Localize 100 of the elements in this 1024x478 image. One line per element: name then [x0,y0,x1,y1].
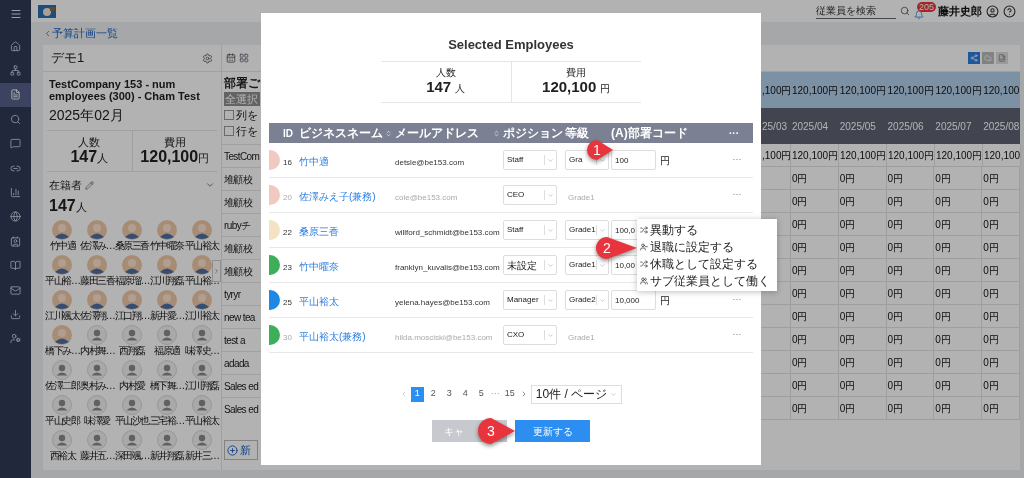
user-name[interactable]: 藤井史郎 [938,2,982,20]
department-name: 堆顧校 [224,172,253,187]
employee-email: cole@be153.com [395,193,458,202]
page-size-select[interactable]: 10件 / ページ [530,384,623,404]
member-name: 味澤史… [184,344,219,357]
back-link[interactable]: 予算計画一覧 [43,25,118,42]
member-name: 江川裕太 [184,309,219,322]
table-cell-text: 0円 [839,217,856,232]
member-name: 味澤愛 [84,414,110,427]
member-name: 竹中適 [49,239,76,252]
employee-name[interactable]: 竹中曜奈 [299,261,339,272]
employee-name[interactable]: 平山裕太(兼務) [299,331,366,342]
callout-marker: 1 [587,140,613,160]
table-cell-text: 0円 [791,286,808,301]
employee-name[interactable]: 平山裕太 [299,296,339,307]
member-name: 佐澤二郎 [45,379,80,392]
callout-marker: 2 [596,237,637,259]
more-button[interactable]: ··· [732,293,742,307]
member-name: 西翔磊 [119,344,145,357]
new-button[interactable]: 新 [224,440,258,460]
roster-label: 在籍者 [49,178,82,193]
member-name: 橋下舞… [149,379,184,392]
department-name: tyryr [224,287,241,302]
employee-email: yelena.hayes@be153.com [395,298,490,307]
table-cell-text: 0円 [839,263,856,278]
department-name: rubyチ [224,218,251,233]
summary-cell-text: 120,100 [983,83,1020,98]
position-select[interactable]: Staff [503,150,557,170]
more-button[interactable]: ··· [732,153,742,167]
code-input[interactable]: 10,000 [611,290,656,310]
summary-cell-text: 120,100円 [792,83,839,98]
position-select[interactable]: Staff [503,220,557,240]
table-cell-text: 0円 [839,401,856,416]
department-name: Sales ed [224,402,259,417]
table-cell-text: 0円 [983,217,999,232]
member-name: 佐澤み… [80,239,115,252]
member-name: 福原瑠… [115,274,149,287]
department-name: Sales ed [224,379,259,394]
month-header: 2025/08 [983,119,1020,134]
position-select[interactable]: 未設定 [503,255,557,275]
page-button[interactable]: 2 [426,386,440,402]
employee-name[interactable]: 佐澤みえ子(兼務) [299,191,376,202]
company-name: TestCompany 153 - num employees (300) - Cham Test [49,78,201,102]
stat-label: 人数 [78,135,101,148]
table-cell-text: 120,100円 [888,148,935,163]
stat-value: 147 人 [426,77,466,97]
summary-cell-text: ,100円 [762,83,792,98]
menu-item[interactable]: サブ従業員として働く [637,272,773,289]
position-select[interactable]: CXO [503,325,557,345]
member-name: 西裕太 [49,449,76,462]
column-header: ··· [729,126,739,141]
search-field[interactable]: 従業員を検索 [816,3,896,19]
member-name: 内村愛 [119,379,145,392]
member-name: 平山裕… [45,274,80,287]
column-header: メールアドレス [395,125,479,142]
plan-title: デモ1 [51,49,86,68]
table-cell-text: 0円 [983,355,999,370]
month-header: 2025/05 [839,119,876,134]
employee-id: 23 [283,263,292,272]
notification-badge: 205 [917,2,937,12]
member-name: 福原適 [154,344,180,357]
member-name: 新井愛… [149,309,184,322]
more-button[interactable]: ··· [732,328,742,342]
employee-id: 20 [283,193,292,202]
page-button[interactable]: 3 [442,386,456,402]
employee-name[interactable]: 桑原三香 [299,226,339,237]
page-button[interactable]: 15 [502,386,517,402]
member-name: 平山裕太 [184,239,219,252]
column-header: (A)部署コード [611,125,688,142]
yen-unit: 円 [660,293,670,308]
stat-value: 120,100円 [140,147,210,167]
stat-value: 120,100 円 [542,77,611,97]
member-name: 平山史郎 [45,414,80,427]
modal-title: Selected Employees [448,36,574,53]
page-button[interactable]: 5 [474,386,488,402]
member-name: 平山裕太 [184,414,219,427]
summary-cell-text: 120,100円 [935,83,982,98]
employee-id: 16 [283,158,292,167]
department-name: adada [224,356,249,371]
table-cell-text: 0円 [983,309,999,324]
more-button[interactable]: ··· [732,188,742,202]
table-cell-text: 0円 [887,263,904,278]
stat-label: 人数 [435,66,456,78]
position-select[interactable]: Manager [503,290,557,310]
summary-cell-text: 120,100円 [839,83,886,98]
table-cell-text: 0円 [935,217,951,232]
grade-select[interactable]: Grade2 [565,290,609,310]
month-header: 2025/06 [887,119,924,134]
menu-item[interactable]: 退職に設定する [637,238,773,255]
table-cell-text: 0円 [839,355,856,370]
member-name: 橋下み… [45,344,80,357]
department-name: new tea [224,310,255,325]
page-button[interactable]: 4 [458,386,472,402]
code-input[interactable]: 100 [611,150,656,170]
budget-month: 2025年02月 [49,106,125,125]
employee-name[interactable]: 竹中適 [299,156,329,167]
table-cell-text: 0円 [839,309,856,324]
position-select[interactable]: CEO [503,185,557,205]
table-cell-text: 0円 [887,217,904,232]
table-cell-text: 0円 [791,332,808,347]
